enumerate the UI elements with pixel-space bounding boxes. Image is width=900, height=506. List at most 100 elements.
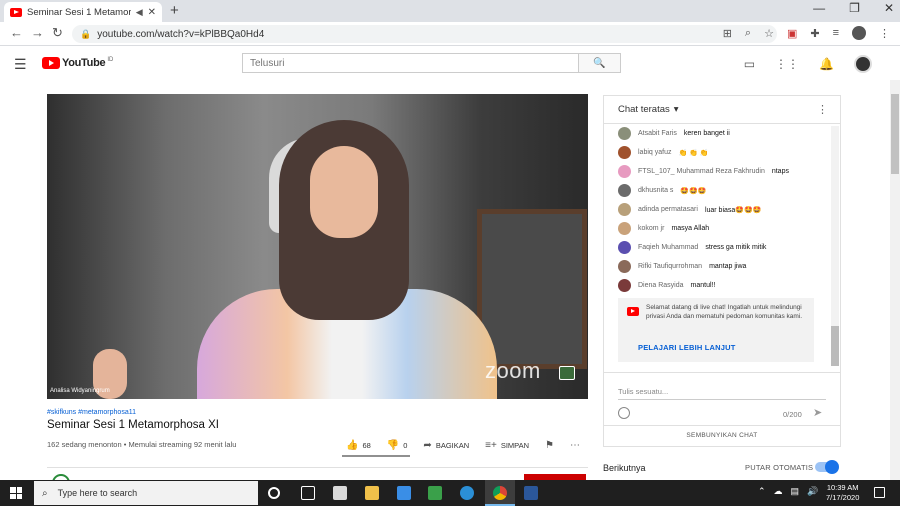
search-input[interactable]: [243, 54, 578, 72]
chat-author-avatar[interactable]: [618, 165, 631, 178]
chat-author-name[interactable]: Rifki Taufiqurrohman: [638, 263, 702, 270]
task-view-icon[interactable]: [301, 486, 315, 500]
chat-author-name[interactable]: labiq yafuz: [638, 149, 671, 156]
chat-message[interactable]: dkhusnita s 🤩🤩🤩: [618, 184, 707, 197]
chat-author-avatar[interactable]: [618, 279, 631, 292]
reading-list-icon[interactable]: ≡: [833, 27, 839, 39]
search-button[interactable]: 🔍: [578, 54, 620, 72]
chat-author-name[interactable]: dkhusnita s: [638, 187, 673, 194]
chat-message[interactable]: labiq yafuz 👏 👏 👏: [618, 146, 709, 159]
youtube-wordmark: YouTube: [62, 57, 106, 69]
mail-icon[interactable]: [397, 486, 411, 500]
chat-header[interactable]: Chat teratas ▾ ⋮: [604, 96, 840, 124]
chat-author-name[interactable]: Atsabit Faris: [638, 130, 677, 137]
maximize-button[interactable]: ❐: [849, 1, 860, 15]
taskbar-search[interactable]: ⌕ Type here to search: [34, 481, 258, 505]
chat-author-name[interactable]: FTSL_107_ Muhammad Reza Fakhrudin: [638, 168, 765, 175]
chat-author-avatar[interactable]: [618, 127, 631, 140]
chat-message[interactable]: Atsabit Faris keren banget ii: [618, 127, 730, 140]
chat-author-name[interactable]: Faqieh Muhammad: [638, 244, 698, 251]
chat-author-name[interactable]: Diena Rasyida: [638, 282, 684, 289]
hamburger-menu-icon[interactable]: ☰: [14, 56, 27, 73]
report-flag-icon[interactable]: ⚑: [545, 440, 554, 451]
taskbar-clock[interactable]: 10:39 AM 7/17/2020: [826, 483, 859, 503]
url-text[interactable]: youtube.com/watch?v=kPlBBQa0Hd4: [97, 29, 264, 40]
presenter-face-shape: [310, 146, 378, 238]
chat-message[interactable]: FTSL_107_ Muhammad Reza Fakhrudin ntaps: [618, 165, 789, 178]
apps-grid-icon[interactable]: ⋮⋮: [775, 57, 799, 71]
save-button[interactable]: ≡+ SIMPAN: [485, 440, 529, 451]
thumbs-down-icon: 👎: [386, 440, 400, 451]
notification-center-icon[interactable]: [874, 487, 885, 498]
windows-start-icon[interactable]: [10, 487, 22, 499]
zoom-icon[interactable]: ⌕: [745, 27, 751, 40]
menu-dots-icon[interactable]: ⋮: [879, 27, 890, 40]
browser-tab[interactable]: Seminar Sesi 1 Metamorphos ◀ ✕: [4, 2, 162, 22]
learn-more-link[interactable]: PELAJARI LEBIH LANJUT: [638, 343, 736, 352]
chevron-down-icon[interactable]: ▾: [674, 104, 679, 115]
more-actions-icon[interactable]: ⋯: [570, 440, 580, 451]
back-button[interactable]: ←: [10, 25, 23, 40]
edge-browser-icon[interactable]: [460, 486, 474, 500]
dislike-button[interactable]: 👎 0: [387, 440, 408, 451]
cloud-icon[interactable]: ☁: [774, 486, 783, 497]
video-player[interactable]: Analisa Widyaningrum zoom: [47, 94, 588, 399]
chat-scroll-thumb[interactable]: [831, 326, 839, 366]
chat-input[interactable]: Tulis sesuatu...: [618, 387, 826, 400]
address-bar[interactable]: 🔒 youtube.com/watch?v=kPlBBQa0Hd4: [72, 25, 777, 43]
chat-author-name[interactable]: kokom jr: [638, 225, 664, 232]
chat-message[interactable]: adinda permatasari luar biasa🤩🤩🤩: [618, 203, 761, 216]
file-explorer-icon[interactable]: [365, 486, 379, 500]
send-icon[interactable]: ➤: [813, 406, 822, 419]
page-scrollbar[interactable]: [890, 80, 900, 480]
youtube-icon: [627, 307, 639, 316]
chat-author-avatar[interactable]: [618, 184, 631, 197]
cortana-icon[interactable]: [268, 487, 280, 499]
share-button[interactable]: ➦ BAGIKAN: [423, 440, 469, 451]
video-hashtags[interactable]: #skifkuns #metamorphosa11: [47, 409, 136, 416]
close-window-button[interactable]: ✕: [884, 1, 894, 15]
minimize-button[interactable]: —: [813, 1, 825, 15]
chat-input-area: Tulis sesuatu... 0/200 ➤: [604, 372, 840, 424]
chevron-up-icon[interactable]: ⌃: [758, 486, 766, 497]
chat-author-avatar[interactable]: [618, 146, 631, 159]
chat-message-text: ntaps: [771, 168, 789, 175]
reload-button[interactable]: ↻: [52, 25, 63, 41]
youtube-logo[interactable]: YouTube ID: [42, 57, 113, 69]
chat-scrollbar[interactable]: [831, 126, 839, 366]
volume-icon[interactable]: 🔊: [807, 486, 818, 497]
profile-avatar[interactable]: [852, 26, 866, 40]
page-scroll-thumb[interactable]: [891, 94, 899, 174]
translate-icon[interactable]: ⊞: [723, 27, 732, 40]
chat-mode-label[interactable]: Chat teratas: [618, 104, 670, 115]
spreadsheet-app-icon[interactable]: [428, 486, 442, 500]
user-avatar[interactable]: [854, 55, 872, 73]
chat-author-avatar[interactable]: [618, 222, 631, 235]
chat-message[interactable]: Faqieh Muhammad stress ga mitik mitik: [618, 241, 766, 254]
bookmark-star-icon[interactable]: ☆: [764, 27, 774, 40]
chat-author-name[interactable]: adinda permatasari: [638, 206, 698, 213]
like-button[interactable]: 👍 68: [346, 440, 371, 451]
chat-message[interactable]: Rifki Taufiqurrohman mantap jiwa: [618, 260, 746, 273]
extension-icon[interactable]: ▣: [787, 27, 797, 40]
chat-author-avatar[interactable]: [618, 241, 631, 254]
tab-close-icon[interactable]: ✕: [148, 7, 156, 18]
store-icon[interactable]: [333, 486, 347, 500]
chat-author-avatar[interactable]: [618, 260, 631, 273]
hide-chat-button[interactable]: SEMBUNYIKAN CHAT: [604, 425, 840, 445]
create-video-icon[interactable]: ▭: [744, 57, 755, 71]
chat-message[interactable]: Diena Rasyida mantul!!: [618, 279, 715, 292]
puzzle-icon[interactable]: ✚: [810, 27, 819, 40]
network-icon[interactable]: ▤: [791, 486, 800, 497]
word-icon[interactable]: [524, 486, 538, 500]
tab-audio-icon[interactable]: ◀: [136, 7, 143, 18]
chrome-taskbar-button[interactable]: [485, 480, 515, 506]
chat-more-icon[interactable]: ⋮: [817, 103, 828, 116]
emoji-icon[interactable]: [618, 407, 630, 419]
autoplay-toggle[interactable]: [815, 460, 839, 474]
chat-author-avatar[interactable]: [618, 203, 631, 216]
chat-message[interactable]: kokom jr masya Allah: [618, 222, 709, 235]
notifications-bell-icon[interactable]: 🔔: [819, 57, 834, 71]
new-tab-button[interactable]: +: [170, 2, 179, 19]
forward-button[interactable]: →: [31, 25, 44, 40]
